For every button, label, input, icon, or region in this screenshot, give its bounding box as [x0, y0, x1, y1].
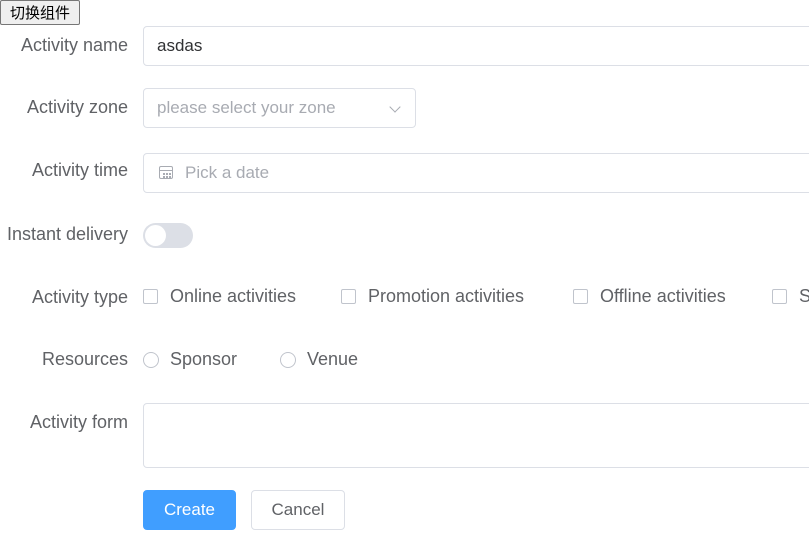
- radio-venue[interactable]: Venue: [280, 349, 358, 370]
- activity-name-value: asdas: [157, 36, 203, 55]
- activity-zone-select[interactable]: please select your zone: [143, 88, 416, 128]
- radio-label: Sponsor: [170, 349, 238, 369]
- radio-sponsor[interactable]: Sponsor: [143, 349, 237, 370]
- activity-time-label: Activity time: [31, 160, 128, 180]
- instant-delivery-switch[interactable]: [143, 223, 193, 248]
- create-button[interactable]: Create: [143, 490, 236, 530]
- activity-zone-placeholder: please select your zone: [157, 98, 336, 117]
- activity-form-label: Activity form: [29, 412, 128, 432]
- checkbox-label: Online activities: [170, 286, 297, 306]
- radio-circle[interactable]: [280, 351, 296, 368]
- activity-date-placeholder: Pick a date: [185, 163, 270, 182]
- checkbox-online-activities[interactable]: Online activities: [143, 286, 296, 307]
- activity-zone-label: Activity zone: [26, 97, 128, 117]
- checkbox-box[interactable]: [143, 289, 158, 304]
- activity-date-picker[interactable]: Pick a date: [143, 153, 809, 193]
- checkbox-box[interactable]: [772, 289, 787, 304]
- checkbox-promotion-activities[interactable]: Promotion activities: [341, 286, 524, 307]
- checkbox-label: Promotion activities: [368, 286, 525, 306]
- radio-circle[interactable]: [143, 351, 159, 368]
- calendar-icon: [159, 166, 173, 179]
- activity-form-page: 切换组件 Activity name asdas Activity zone p…: [0, 0, 809, 556]
- activity-type-label: Activity type: [31, 287, 128, 307]
- activity-form-textarea[interactable]: [143, 403, 809, 468]
- activity-name-input[interactable]: asdas: [143, 26, 809, 66]
- instant-delivery-label: Instant delivery: [6, 224, 128, 244]
- checkbox-box[interactable]: [341, 289, 356, 304]
- chevron-down-icon: [389, 101, 401, 113]
- checkbox-s[interactable]: S: [772, 286, 809, 307]
- activity-name-label: Activity name: [20, 35, 128, 55]
- cancel-button[interactable]: Cancel: [251, 490, 345, 530]
- resources-label: Resources: [41, 349, 128, 369]
- checkbox-box[interactable]: [573, 289, 588, 304]
- checkbox-offline-activities[interactable]: Offline activities: [573, 286, 726, 307]
- checkbox-label: Offline activities: [600, 286, 726, 306]
- radio-label: Venue: [307, 349, 359, 369]
- checkbox-label: S: [799, 286, 809, 306]
- switch-knob: [145, 225, 166, 246]
- switch-component-button[interactable]: 切换组件: [0, 0, 80, 25]
